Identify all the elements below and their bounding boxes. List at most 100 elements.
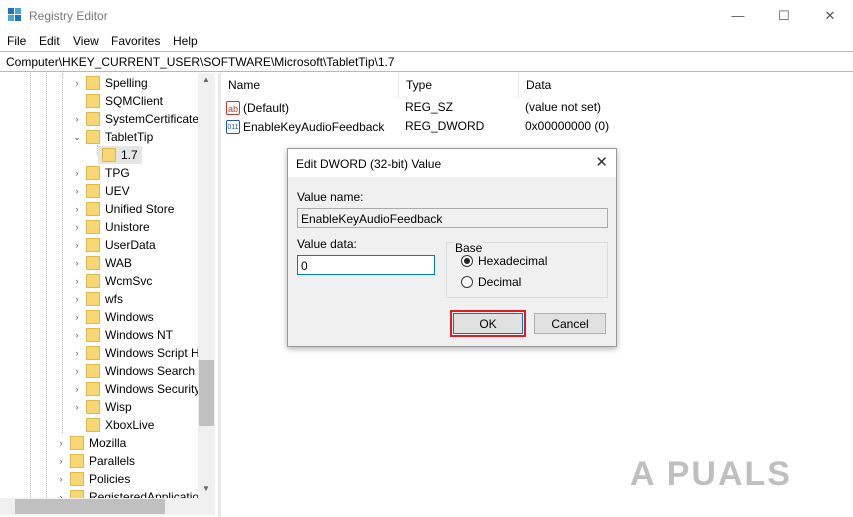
tree-item[interactable]: › Windows NT (72, 326, 173, 344)
column-type[interactable]: Type (399, 73, 519, 98)
folder-icon (86, 346, 100, 360)
tree-item[interactable]: › Windows Security (72, 380, 200, 398)
value-name-label: Value name: (297, 190, 364, 204)
menu-favorites[interactable]: Favorites (111, 34, 160, 48)
tree-item[interactable]: › Unified Store (72, 200, 174, 218)
tree-item[interactable]: › WAB (72, 254, 132, 272)
tree-item-tablettip[interactable]: ⌄ TabletTip (72, 128, 153, 146)
minimize-button[interactable]: — (715, 0, 761, 31)
column-name[interactable]: Name (221, 73, 399, 98)
tree-item[interactable]: › WcmSvc (72, 272, 152, 290)
window-title: Registry Editor (29, 9, 108, 23)
chevron-right-icon[interactable]: › (56, 438, 66, 448)
menu-edit[interactable]: Edit (39, 34, 60, 48)
radio-icon[interactable] (461, 276, 473, 288)
column-data[interactable]: Data (519, 73, 719, 98)
tree-item[interactable]: XboxLive (72, 416, 154, 434)
folder-icon (86, 166, 100, 180)
hexadecimal-radio[interactable]: Hexadecimal (461, 254, 547, 268)
binary-value-icon: 011 (226, 119, 240, 134)
tree-item[interactable]: › Windows (72, 308, 154, 326)
chevron-right-icon[interactable]: › (72, 258, 82, 268)
address-bar[interactable]: Computer\HKEY_CURRENT_USER\SOFTWARE\Micr… (0, 51, 853, 72)
folder-icon (86, 94, 100, 108)
tree-item[interactable]: › Windows Search (72, 362, 195, 380)
chevron-right-icon[interactable]: › (72, 276, 82, 286)
tree-item[interactable]: › UEV (72, 182, 130, 200)
folder-icon (86, 130, 100, 144)
tree-item-selected[interactable]: 1.7 (98, 146, 142, 164)
tree-vertical-scrollbar[interactable]: ▲ ▼ (198, 73, 215, 498)
menu-help[interactable]: Help (173, 34, 198, 48)
scroll-down-icon[interactable]: ▼ (202, 484, 210, 493)
base-group: Base Hexadecimal Decimal (446, 241, 608, 298)
chevron-right-icon[interactable]: › (72, 330, 82, 340)
tree-item[interactable]: › Windows Script H (72, 344, 200, 362)
tree-item[interactable]: SQMClient (72, 92, 163, 110)
menu-file[interactable]: File (7, 34, 26, 48)
tree-horizontal-scrollbar[interactable] (0, 498, 215, 515)
string-value-icon: ab (226, 100, 240, 115)
chevron-right-icon[interactable]: › (72, 204, 82, 214)
chevron-right-icon[interactable]: › (72, 114, 82, 124)
tree-item[interactable]: › wfs (72, 290, 123, 308)
tree-scroll-thumb[interactable] (199, 360, 214, 426)
tree-item[interactable]: › SystemCertificate (72, 110, 199, 128)
chevron-right-icon[interactable]: › (72, 168, 82, 178)
base-label: Base (454, 241, 484, 255)
address-path[interactable]: Computer\HKEY_CURRENT_USER\SOFTWARE\Micr… (6, 55, 395, 69)
tree-item[interactable]: › Mozilla (56, 434, 126, 452)
value-row[interactable]: ab (Default) REG_SZ (value not set) (226, 98, 846, 117)
scroll-up-icon[interactable]: ▲ (202, 75, 210, 84)
chevron-right-icon[interactable]: › (72, 366, 82, 376)
chevron-right-icon[interactable]: › (72, 384, 82, 394)
folder-icon (70, 490, 84, 498)
chevron-right-icon[interactable]: › (72, 402, 82, 412)
chevron-right-icon[interactable]: › (72, 186, 82, 196)
folder-icon (86, 418, 100, 432)
value-data-input[interactable]: 0 (297, 255, 435, 275)
tree-hscroll-thumb[interactable] (15, 499, 165, 514)
tree-item[interactable]: › Wisp (72, 398, 132, 416)
tree-item[interactable]: › Parallels (56, 452, 135, 470)
folder-icon (102, 148, 116, 162)
value-row[interactable]: 011 EnableKeyAudioFeedback REG_DWORD 0x0… (226, 117, 846, 136)
ok-button[interactable]: OK (450, 310, 526, 337)
chevron-right-icon[interactable]: › (72, 348, 82, 358)
tree-item[interactable]: › Spelling (72, 74, 148, 92)
tree-item[interactable]: › UserData (72, 236, 156, 254)
decimal-radio[interactable]: Decimal (461, 275, 521, 289)
folder-icon (86, 238, 100, 252)
maximize-button[interactable]: ☐ (761, 0, 807, 31)
tree-item[interactable]: › Unistore (72, 218, 150, 236)
close-icon: ✕ (824, 7, 836, 23)
close-icon[interactable]: ✕ (595, 153, 608, 171)
title-bar: Registry Editor — ☐ ✕ (0, 0, 853, 31)
chevron-right-icon[interactable]: › (72, 312, 82, 322)
tree-item[interactable]: › TPG (72, 164, 130, 182)
close-button[interactable]: ✕ (807, 0, 853, 31)
folder-icon (86, 76, 100, 90)
folder-icon (86, 364, 100, 378)
value-name-field: EnableKeyAudioFeedback (297, 208, 608, 228)
menu-bar: File Edit View Favorites Help (0, 31, 853, 51)
chevron-right-icon[interactable]: › (72, 240, 82, 250)
minimize-icon: — (731, 8, 745, 23)
folder-icon (86, 382, 100, 396)
folder-icon (86, 202, 100, 216)
tree-item[interactable]: › RegisteredApplicatio (56, 488, 199, 498)
folder-icon (86, 112, 100, 126)
tree-item[interactable]: › Policies (56, 470, 130, 488)
chevron-right-icon[interactable]: › (56, 456, 66, 466)
chevron-right-icon[interactable]: › (72, 222, 82, 232)
folder-icon (86, 310, 100, 324)
chevron-down-icon[interactable]: ⌄ (72, 132, 82, 143)
radio-selected-icon[interactable] (461, 255, 473, 267)
folder-icon (86, 328, 100, 342)
menu-view[interactable]: View (73, 34, 99, 48)
chevron-right-icon[interactable]: › (72, 78, 82, 88)
folder-icon (86, 400, 100, 414)
chevron-right-icon[interactable]: › (72, 294, 82, 304)
chevron-right-icon[interactable]: › (56, 474, 66, 484)
cancel-button[interactable]: Cancel (534, 313, 606, 334)
